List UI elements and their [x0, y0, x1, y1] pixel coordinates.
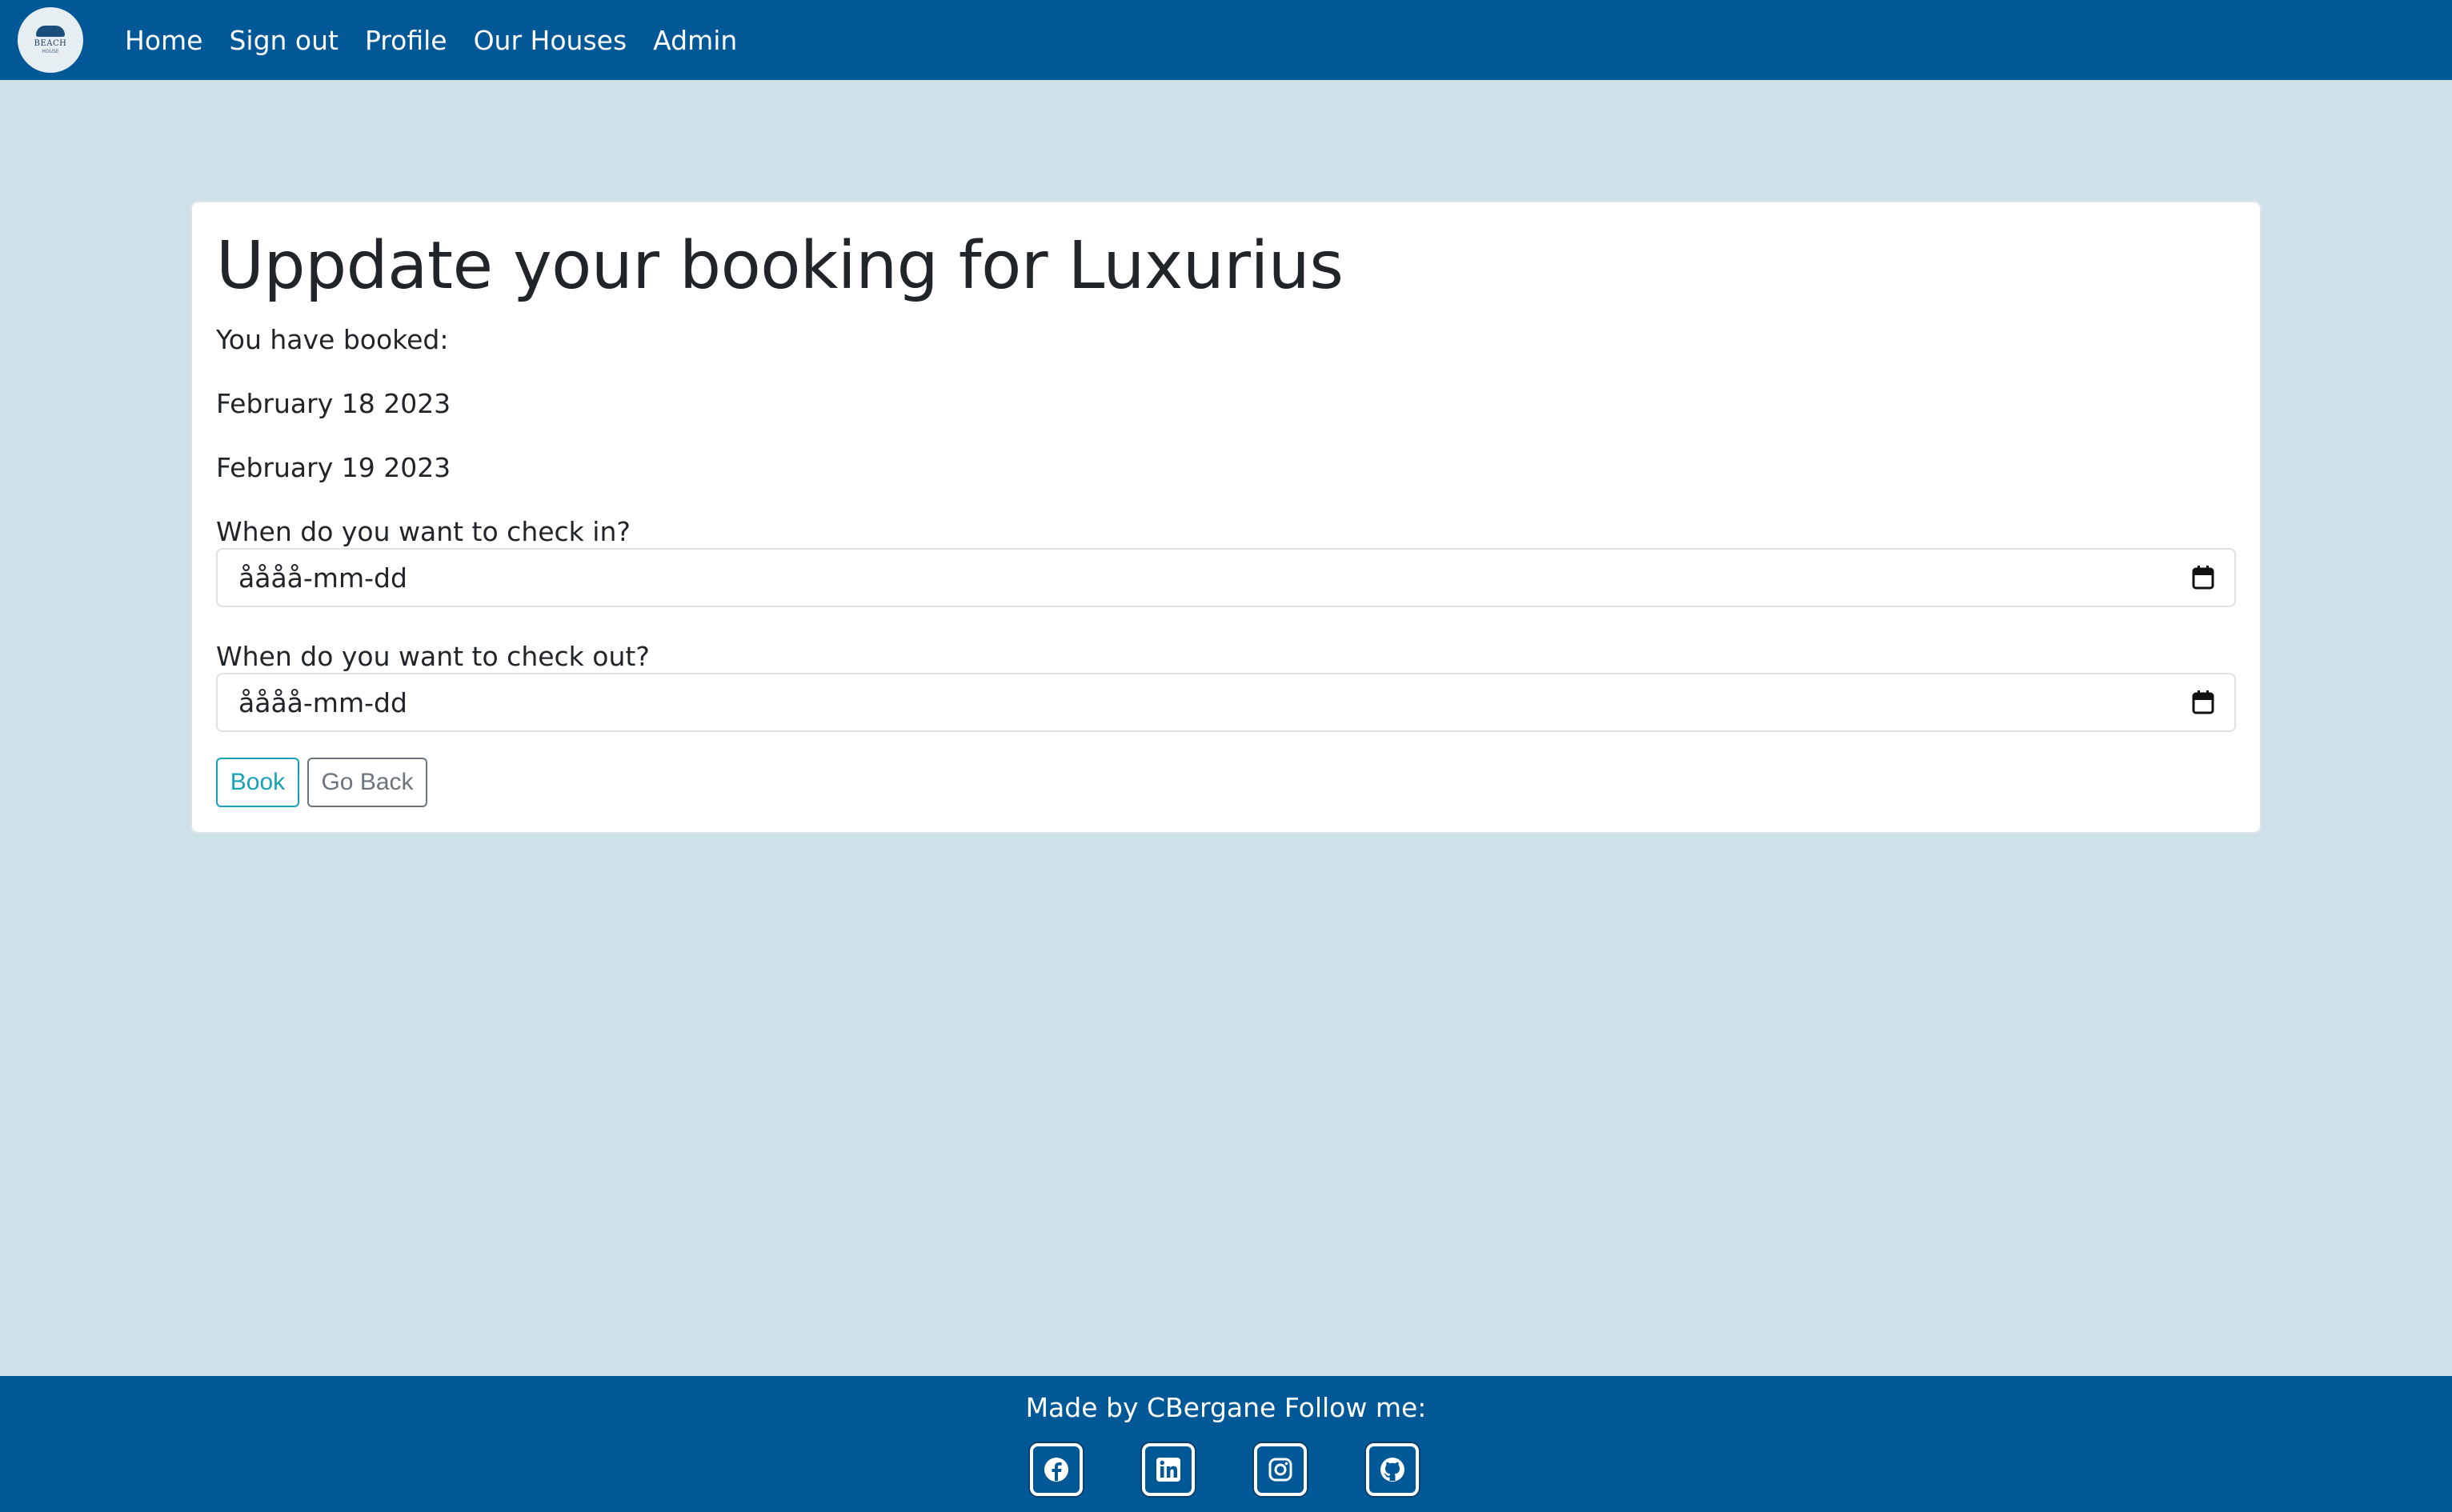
nav-link-sign-out[interactable]: Sign out: [229, 25, 339, 56]
nav-link-our-houses[interactable]: Our Houses: [474, 25, 627, 56]
checkin-label: When do you want to check in?: [216, 516, 631, 547]
booked-label: You have booked:: [216, 324, 449, 355]
checkin-date-input[interactable]: åååå-mm-dd: [216, 548, 2236, 607]
github-link[interactable]: [1366, 1443, 1419, 1496]
logo-wave-icon: [36, 26, 65, 37]
site-logo[interactable]: BEACH HOUSE: [18, 7, 83, 73]
facebook-icon: [1044, 1458, 1068, 1482]
navbar: BEACH HOUSE Home Sign out Profile Our Ho…: [0, 0, 2452, 80]
booked-to-date: February 19 2023: [216, 452, 451, 483]
nav-links: Home Sign out Profile Our Houses Admin: [125, 25, 763, 56]
page-title: Uppdate your booking for Luxurius: [216, 228, 1344, 304]
instagram-link[interactable]: [1254, 1443, 1307, 1496]
nav-link-home[interactable]: Home: [125, 25, 202, 56]
checkout-date-input[interactable]: åååå-mm-dd: [216, 673, 2236, 732]
logo-sub: HOUSE: [42, 49, 59, 54]
calendar-icon[interactable]: [2191, 565, 2215, 590]
github-icon: [1380, 1458, 1404, 1482]
booking-card: Uppdate your booking for Luxurius You ha…: [190, 201, 2262, 834]
calendar-icon[interactable]: [2191, 690, 2215, 715]
linkedin-link[interactable]: [1142, 1443, 1195, 1496]
checkin-date-value: åååå-mm-dd: [238, 562, 407, 594]
linkedin-icon: [1156, 1458, 1180, 1482]
logo-brand: BEACH: [34, 39, 67, 48]
instagram-icon: [1268, 1458, 1292, 1482]
book-button[interactable]: Book: [216, 758, 299, 807]
booked-from-date: February 18 2023: [216, 388, 451, 419]
checkout-label: When do you want to check out?: [216, 641, 650, 672]
footer-text: Made by CBergane Follow me:: [1025, 1392, 1427, 1423]
checkout-date-value: åååå-mm-dd: [238, 686, 407, 718]
nav-link-admin[interactable]: Admin: [653, 25, 737, 56]
facebook-link[interactable]: [1030, 1443, 1083, 1496]
footer: Made by CBergane Follow me:: [0, 1376, 2452, 1512]
go-back-button[interactable]: Go Back: [307, 758, 427, 807]
nav-link-profile[interactable]: Profile: [365, 25, 447, 56]
